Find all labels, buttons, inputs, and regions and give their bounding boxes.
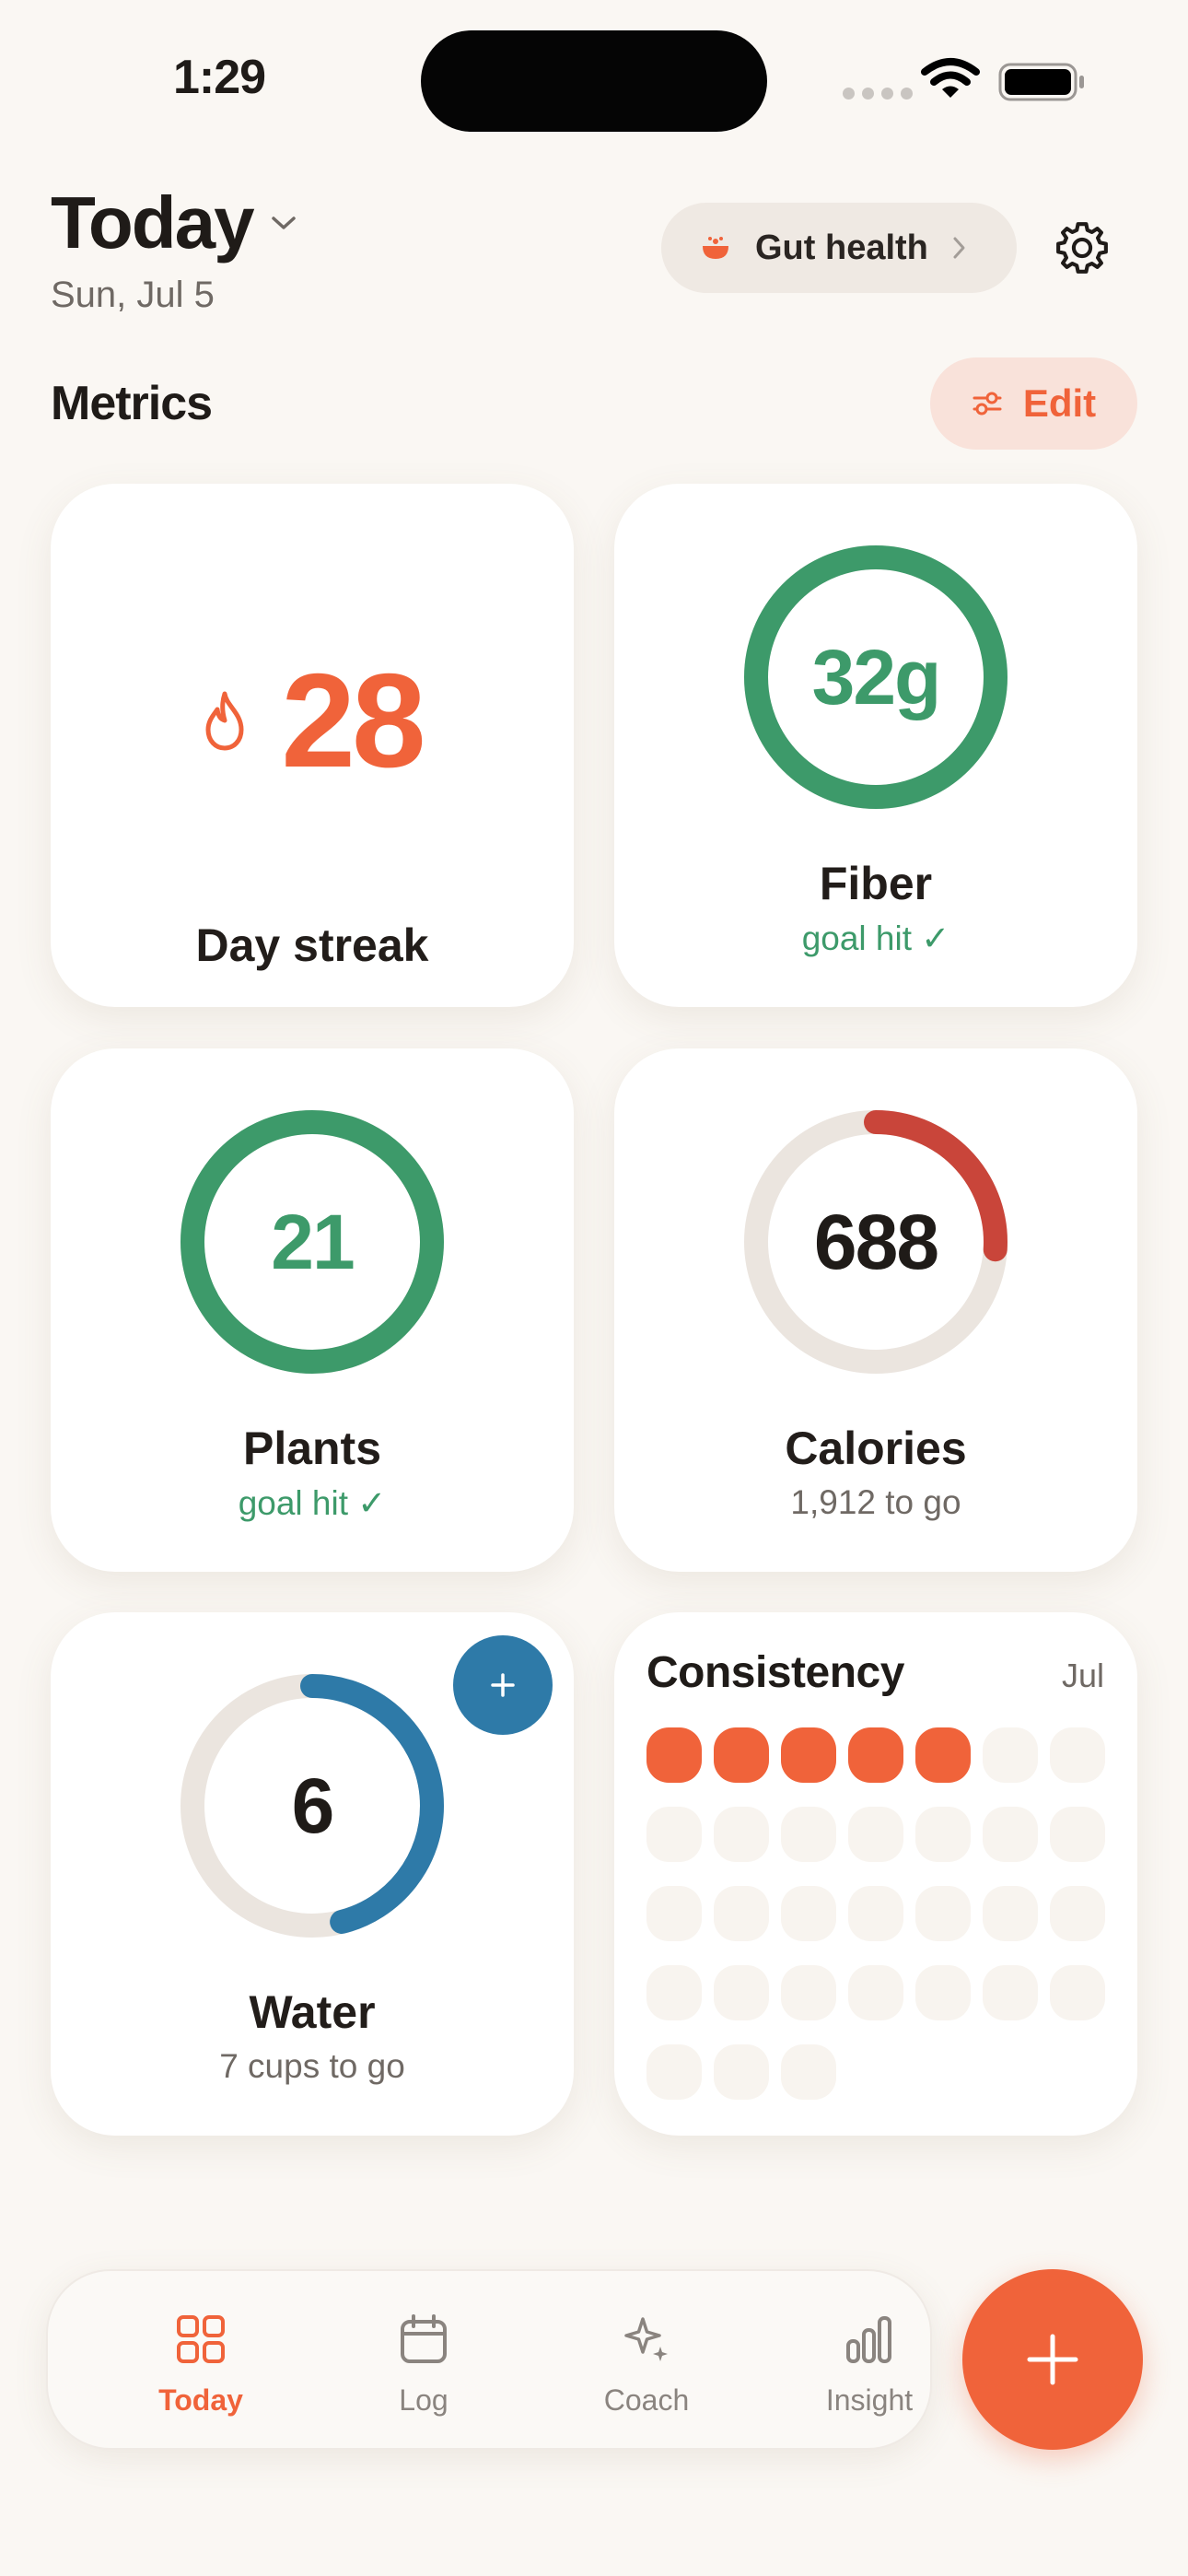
consistency-day	[983, 1727, 1038, 1783]
dynamic-island	[421, 30, 767, 132]
streak-card[interactable]: 28 Day streak	[51, 484, 574, 1007]
focus-chip[interactable]: Gut health	[661, 203, 1017, 293]
consistency-day	[848, 1807, 903, 1862]
plus-icon	[1027, 2334, 1078, 2385]
grid-icon	[177, 2315, 225, 2363]
calories-remaining: 1,912 to go	[790, 1483, 961, 1521]
water-label: Water	[249, 1986, 376, 2038]
water-value: 6	[291, 1762, 335, 1849]
consistency-day	[915, 1727, 971, 1783]
tab-today[interactable]: Today	[90, 2271, 311, 2452]
consistency-day	[983, 1965, 1038, 2020]
tab-insight[interactable]: Insight	[759, 2271, 980, 2452]
consistency-day	[983, 1807, 1038, 1862]
calories-card[interactable]: 688 Calories 1,912 to go	[614, 1048, 1137, 1572]
fiber-card[interactable]: 32g Fiber goal hit ✓	[614, 484, 1137, 1007]
consistency-day	[781, 1886, 836, 1941]
fiber-label: Fiber	[819, 858, 933, 909]
date-selector[interactable]: Today	[51, 181, 297, 265]
consistency-day	[714, 1965, 769, 2020]
consistency-day	[781, 1965, 836, 2020]
sliders-icon	[973, 392, 1002, 416]
water-card[interactable]: 6 Water 7 cups to go	[51, 1612, 574, 2136]
consistency-day	[848, 1965, 903, 2020]
streak-value: 28	[281, 646, 425, 795]
consistency-day	[646, 1807, 702, 1862]
fiber-value: 32g	[811, 633, 942, 720]
consistency-day	[646, 1965, 702, 2020]
consistency-day	[1050, 1965, 1105, 2020]
battery-icon	[998, 63, 1084, 101]
consistency-day	[714, 1727, 769, 1783]
streak-label: Day streak	[195, 919, 429, 971]
consistency-card[interactable]: Consistency Jul	[614, 1612, 1137, 2136]
consistency-day	[848, 1886, 903, 1941]
focus-chip-label: Gut health	[755, 228, 928, 267]
consistency-day	[915, 1807, 971, 1862]
add-entry-button[interactable]	[962, 2269, 1143, 2450]
gut-icon	[703, 237, 728, 259]
calendar-icon	[401, 2314, 447, 2363]
consistency-day	[646, 1727, 702, 1783]
consistency-day	[646, 2044, 702, 2100]
consistency-title: Consistency	[646, 1648, 904, 1697]
tab-log-label: Log	[399, 2383, 448, 2417]
plants-label: Plants	[242, 1423, 382, 1474]
consistency-day	[781, 1807, 836, 1862]
consistency-day	[915, 1965, 971, 2020]
sparkle-icon	[624, 2317, 668, 2361]
tab-coach-label: Coach	[603, 2383, 690, 2417]
consistency-day	[983, 1886, 1038, 1941]
chevron-right-icon	[953, 237, 965, 259]
plants-value: 21	[271, 1198, 355, 1285]
cellular-signal-icon	[843, 88, 913, 100]
tab-coach[interactable]: Coach	[536, 2271, 757, 2452]
consistency-day	[1050, 1727, 1105, 1783]
consistency-day	[781, 2044, 836, 2100]
wifi-icon	[921, 58, 980, 98]
consistency-grid	[646, 1727, 1105, 2100]
consistency-day	[714, 2044, 769, 2100]
metrics-section-title: Metrics	[51, 377, 213, 430]
edit-label: Edit	[1022, 381, 1097, 425]
gear-icon[interactable]	[1052, 217, 1112, 278]
calories-value: 688	[813, 1198, 939, 1285]
plus-icon	[491, 1673, 515, 1697]
chevron-down-icon	[271, 217, 296, 229]
plants-card[interactable]: 21 Plants goal hit ✓	[51, 1048, 574, 1572]
consistency-day	[714, 1886, 769, 1941]
consistency-month: Jul	[1061, 1657, 1104, 1694]
consistency-day	[915, 1886, 971, 1941]
consistency-day	[1050, 1886, 1105, 1941]
bar-chart-icon	[846, 2316, 891, 2363]
consistency-day	[1050, 1807, 1105, 1862]
water-remaining: 7 cups to go	[219, 2047, 405, 2085]
consistency-day	[714, 1807, 769, 1862]
flame-icon	[205, 691, 244, 750]
status-time: 1:29	[173, 51, 266, 104]
tab-today-label: Today	[158, 2383, 243, 2417]
edit-metrics-button[interactable]: Edit	[930, 357, 1137, 450]
add-water-button[interactable]	[453, 1635, 553, 1735]
tab-log[interactable]: Log	[313, 2271, 534, 2452]
consistency-day	[646, 1886, 702, 1941]
page-title: Today	[51, 181, 255, 263]
plants-status: goal hit ✓	[238, 1484, 387, 1522]
page-date: Sun, Jul 5	[51, 275, 215, 315]
tab-insight-label: Insight	[825, 2383, 914, 2417]
consistency-day	[848, 1727, 903, 1783]
tab-bar: Today Log Coach Insight	[46, 2269, 932, 2450]
calories-label: Calories	[785, 1423, 967, 1474]
consistency-day	[781, 1727, 836, 1783]
fiber-status: goal hit ✓	[801, 919, 950, 957]
